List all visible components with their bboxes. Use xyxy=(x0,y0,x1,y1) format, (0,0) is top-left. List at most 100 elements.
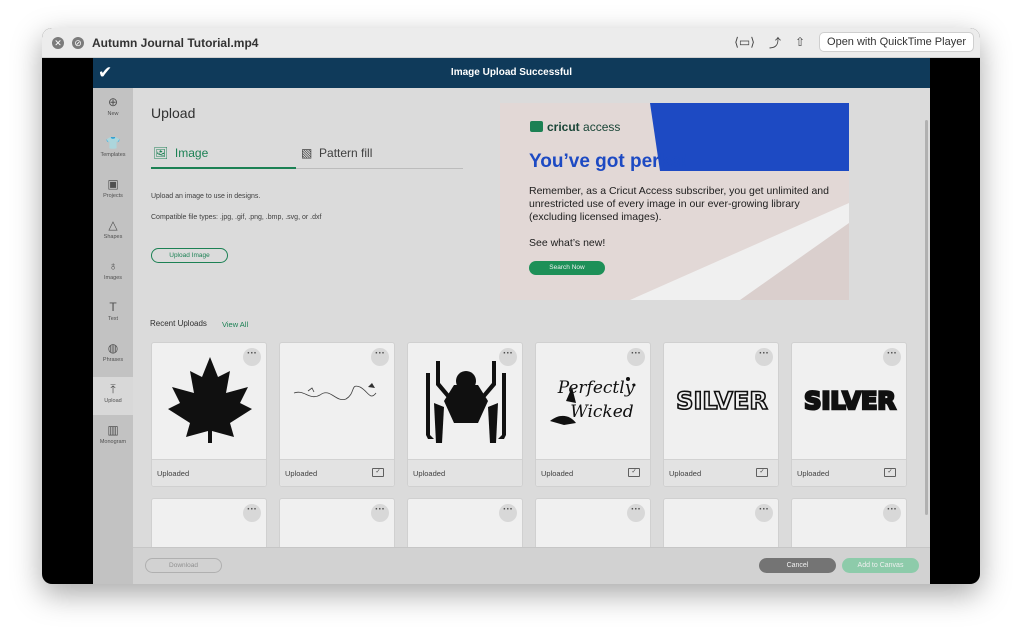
promo-body: Remember, as a Cricut Access subscriber,… xyxy=(529,185,829,223)
logo-light: access xyxy=(583,120,621,134)
sidebar-item-monogram[interactable]: ▥ Monogram xyxy=(93,418,133,456)
cricut-access-logo: cricut access xyxy=(530,120,620,134)
cancel-button[interactable]: Cancel xyxy=(759,558,836,573)
sidebar-item-label: Upload xyxy=(104,398,122,404)
sidebar-item-label: Projects xyxy=(103,193,123,199)
card-footer: Uploaded ✓ xyxy=(536,459,650,486)
more-options-icon[interactable]: ··· xyxy=(755,504,773,522)
text-icon: T xyxy=(109,300,117,314)
tab-pattern-label: Pattern fill xyxy=(319,146,373,160)
image-icon: 🖼 xyxy=(153,146,175,160)
upload-card[interactable]: ··· Uploaded xyxy=(151,342,267,487)
rotate-icon[interactable]: ⤴ xyxy=(769,34,781,51)
upload-image-button[interactable]: Upload Image xyxy=(151,248,228,263)
more-options-icon[interactable]: ··· xyxy=(499,504,517,522)
file-types-text: Compatible file types: .jpg, .gif, .png,… xyxy=(151,214,322,221)
search-now-button[interactable]: Search Now xyxy=(529,261,605,275)
open-with-quicktime-button[interactable]: Open with QuickTime Player xyxy=(819,32,974,52)
more-options-icon[interactable]: ··· xyxy=(371,348,389,366)
sidebar-item-shapes[interactable]: △ Shapes xyxy=(93,213,133,251)
pattern-icon: ▧ xyxy=(301,146,320,160)
recent-uploads-label: Recent Uploads xyxy=(150,319,207,328)
add-to-canvas-button[interactable]: Add to Canvas xyxy=(842,558,919,573)
more-options-icon[interactable]: ··· xyxy=(883,504,901,522)
card-label: Uploaded xyxy=(157,469,190,478)
sidebar-item-upload[interactable]: ⤒ Upload xyxy=(93,377,133,415)
checkbox-icon[interactable]: ✓ xyxy=(372,468,384,477)
sidebar-item-projects[interactable]: ▣ Projects xyxy=(93,172,133,210)
checkbox-icon[interactable]: ✓ xyxy=(756,468,768,477)
sidebar-item-label: Images xyxy=(103,275,123,281)
view-all-link[interactable]: View All xyxy=(222,320,248,329)
checkbox-icon[interactable]: ✓ xyxy=(884,468,896,477)
more-options-icon[interactable]: ··· xyxy=(627,348,645,366)
tab-active-indicator xyxy=(151,167,296,169)
upload-panel: Upload 🖼 Image ▧ Pattern fill Upload an … xyxy=(133,88,930,584)
upload-card[interactable]: SILVER ··· Uploaded ✓ xyxy=(663,342,779,487)
title-bar: ✕ ⊘ Autumn Journal Tutorial.mp4 ⟨▭⟩ ⤴ ⇧ … xyxy=(42,28,980,58)
card-footer: Uploaded ✓ xyxy=(280,459,394,486)
logo-bold: cricut xyxy=(547,120,580,134)
left-sidebar: ⊕ New 👕 Templates ▣ Projects △ Shapes ♁ … xyxy=(93,88,133,584)
banner-text: Image Upload Successful xyxy=(450,67,573,78)
card-footer: Uploaded ✓ xyxy=(792,459,906,486)
card-label: Uploaded xyxy=(413,469,446,478)
upload-card[interactable]: ··· Uploaded ✓ xyxy=(279,342,395,487)
more-options-icon[interactable]: ··· xyxy=(243,504,261,522)
more-options-icon[interactable]: ··· xyxy=(499,348,517,366)
promo-see-new: See what’s new! xyxy=(529,237,606,249)
sidebar-item-label: New xyxy=(107,111,119,117)
more-options-icon[interactable]: ··· xyxy=(627,504,645,522)
card-footer: Uploaded xyxy=(152,459,266,486)
checkbox-icon[interactable]: ✓ xyxy=(628,468,640,477)
art-text-wicked: Wicked xyxy=(570,402,633,422)
art-text-silver-outline: SILVER xyxy=(676,387,768,415)
upload-card[interactable]: SILVER ··· Uploaded ✓ xyxy=(791,342,907,487)
sidebar-item-images[interactable]: ♁ Images xyxy=(93,254,133,292)
sidebar-item-label: Monogram xyxy=(99,439,127,445)
upload-card[interactable]: ··· Uploaded xyxy=(407,342,523,487)
trim-icon[interactable]: ⟨▭⟩ xyxy=(734,35,755,49)
shirt-icon: 👕 xyxy=(105,136,121,150)
card-label: Uploaded xyxy=(797,469,830,478)
tab-image[interactable]: 🖼 Image xyxy=(153,146,208,160)
tab-pattern-fill[interactable]: ▧ Pattern fill xyxy=(301,146,372,160)
download-button[interactable]: Download xyxy=(145,558,222,573)
monogram-icon: ▥ xyxy=(107,423,119,437)
stop-icon[interactable]: ⊘ xyxy=(72,36,84,49)
quicktime-window: ✕ ⊘ Autumn Journal Tutorial.mp4 ⟨▭⟩ ⤴ ⇧ … xyxy=(42,28,980,584)
sidebar-item-label: Phrases xyxy=(102,357,124,363)
shapes-icon: △ xyxy=(108,218,118,232)
page-title: Upload xyxy=(151,105,196,121)
upload-description: Upload an image to use in designs. xyxy=(151,193,261,200)
tab-image-label: Image xyxy=(174,146,209,160)
upload-card[interactable]: Perfectly Wicked ··· Uploaded ✓ xyxy=(535,342,651,487)
close-window-icon[interactable]: ✕ xyxy=(52,36,64,49)
card-label: Uploaded xyxy=(669,469,702,478)
cricut-logo-icon xyxy=(530,121,543,132)
sidebar-item-new[interactable]: ⊕ New xyxy=(93,90,133,128)
chat-icon: ◍ xyxy=(107,341,119,355)
art-text-silver-solid: SILVER xyxy=(804,387,896,415)
sidebar-item-label: Text xyxy=(107,316,119,322)
sidebar-item-phrases[interactable]: ◍ Phrases xyxy=(93,336,133,374)
sidebar-item-templates[interactable]: 👕 Templates xyxy=(93,131,133,169)
upload-icon: ⤒ xyxy=(110,382,116,396)
share-icon[interactable]: ⇧ xyxy=(795,35,805,49)
card-label: Uploaded xyxy=(541,469,574,478)
bulb-icon: ♁ xyxy=(108,259,118,273)
scrollbar[interactable] xyxy=(925,120,928,515)
more-options-icon[interactable]: ··· xyxy=(243,348,261,366)
sidebar-item-label: Shapes xyxy=(103,234,123,240)
sidebar-item-text[interactable]: T Text xyxy=(93,295,133,333)
cricut-access-promo: cricut access You’ve got perks! Remember… xyxy=(500,103,849,300)
footer-bar: Download Cancel Add to Canvas xyxy=(133,547,930,584)
success-banner: ✔ Image Upload Successful xyxy=(93,58,930,88)
more-options-icon[interactable]: ··· xyxy=(371,504,389,522)
more-options-icon[interactable]: ··· xyxy=(883,348,901,366)
card-footer: Uploaded xyxy=(408,459,522,486)
title-bar-actions: ⟨▭⟩ ⤴ ⇧ Open with QuickTime Player xyxy=(734,32,974,52)
window-title: Autumn Journal Tutorial.mp4 xyxy=(92,35,259,50)
projects-icon: ▣ xyxy=(107,177,119,191)
more-options-icon[interactable]: ··· xyxy=(755,348,773,366)
